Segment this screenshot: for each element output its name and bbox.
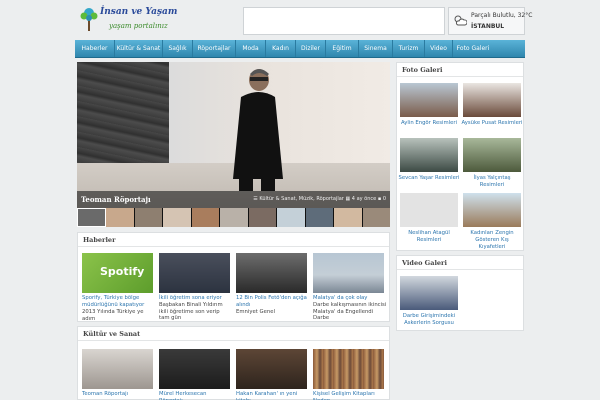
culture-title[interactable]: Kişisel Gelişim Kitapları Neden <box>313 391 387 400</box>
nav-video[interactable]: Video <box>425 40 453 57</box>
news-excerpt: Emniyet Genel <box>236 309 275 315</box>
culture-image[interactable] <box>313 349 384 389</box>
slider-thumb[interactable] <box>248 208 278 227</box>
nav-roportajlar[interactable]: Röportajlar <box>193 40 236 57</box>
slider-thumb[interactable] <box>220 208 249 227</box>
culture-title[interactable]: Hakan Karahan' ın yeni kitabı <box>236 391 308 400</box>
slider-caption[interactable]: Teoman Röportajı ☰ Kültür & Sanat, Müzik… <box>77 191 390 208</box>
gallery-image[interactable] <box>400 83 458 117</box>
news-title[interactable]: Malatya' da çok olay <box>313 295 387 302</box>
slider-thumb[interactable] <box>305 208 335 227</box>
gallery-label[interactable]: Neslihan Atagül Resimleri <box>398 230 460 244</box>
culture-title[interactable]: Mürel Herkesecan Röportajı <box>159 391 231 400</box>
nav-moda[interactable]: Moda <box>236 40 266 57</box>
culture-title[interactable]: Teoman Röportajı <box>82 391 154 398</box>
slider-thumb[interactable] <box>277 208 306 227</box>
gallery-image[interactable] <box>463 193 521 227</box>
nav-turizm[interactable]: Turizm <box>393 40 425 57</box>
logo-title: İnsan ve Yaşam <box>100 7 178 17</box>
logo-subtitle: yaşam portalınız <box>109 22 168 30</box>
comment-icon: ▪ <box>377 196 382 202</box>
gallery-label[interactable]: Aylin Engör Resimleri <box>398 120 460 127</box>
gallery-image[interactable] <box>400 193 458 227</box>
slider-thumb[interactable] <box>191 208 221 227</box>
slider-title[interactable]: Teoman Röportajı <box>81 195 151 204</box>
gallery-image[interactable] <box>400 138 458 172</box>
nav-kultur-sanat[interactable]: Kültür & Sanat <box>115 40 163 57</box>
news-title[interactable]: İkili öğretim sona eriyor <box>159 295 231 302</box>
news-excerpt: Başbakan Binali Yıldırım ikili öğretime … <box>159 302 223 321</box>
gallery-label[interactable]: İlyas Yalçıntaş Resimleri <box>461 175 523 189</box>
slider-comments[interactable]: 0 <box>383 196 386 202</box>
nav-haberler[interactable]: Haberler <box>75 40 115 57</box>
slider-thumb[interactable] <box>77 208 107 227</box>
nav-diziler[interactable]: Diziler <box>296 40 326 57</box>
widget-heading: Video Galeri <box>397 256 523 270</box>
news-section: Haberler Spotify Sporify, Türkiye bölge … <box>77 232 390 322</box>
weather-widget[interactable]: Parçalı Bulutlu, 32°C İSTANBUL <box>448 7 532 35</box>
site-logo[interactable]: İnsan ve Yaşam yaşam portalınız <box>80 6 180 34</box>
news-title[interactable]: Sporify, Türkiye bölge müdürlüğünü kapat… <box>82 295 154 308</box>
slider-thumb[interactable] <box>106 208 135 227</box>
news-title[interactable]: 12 Bin Polis Fetö'den açığa alındı <box>236 295 308 308</box>
nav-sinema[interactable]: Sinema <box>359 40 393 57</box>
slider-thumb[interactable] <box>134 208 164 227</box>
news-image[interactable] <box>159 253 230 293</box>
search-box[interactable] <box>243 7 445 35</box>
section-heading: Haberler <box>78 233 389 247</box>
weather-condition: Parçalı Bulutlu, 32°C <box>471 12 533 19</box>
slider-meta: ☰ Kültür & Sanat, Müzik, Röportajlar ▦ 4… <box>253 196 386 202</box>
video-thumbnail[interactable] <box>400 276 458 310</box>
slider-time: 4 ay önce <box>351 196 377 202</box>
calendar-icon: ▦ <box>345 196 351 202</box>
news-excerpt: 2013 Yılında Türkiye ye adım <box>82 309 144 322</box>
nav-kadin[interactable]: Kadın <box>266 40 296 57</box>
featured-slider[interactable]: Teoman Röportajı ☰ Kültür & Sanat, Müzik… <box>77 62 390 208</box>
slider-thumb[interactable] <box>362 208 390 227</box>
weather-city-select[interactable]: İSTANBUL <box>471 23 504 30</box>
gallery-label[interactable]: Kadınları Zengin Gösteren Kış Kıyafetler… <box>461 230 523 251</box>
news-image[interactable] <box>236 253 307 293</box>
gallery-image[interactable] <box>463 83 521 117</box>
gallery-label[interactable]: Sevcan Yaşar Resimleri <box>398 175 460 182</box>
nav-saglik[interactable]: Sağlık <box>163 40 193 57</box>
slider-thumb[interactable] <box>163 208 192 227</box>
list-icon: ☰ <box>253 196 258 202</box>
news-image[interactable] <box>313 253 384 293</box>
partly-cloudy-icon <box>454 15 467 26</box>
gallery-label[interactable]: Aysüke Pusat Resimleri <box>461 120 523 127</box>
main-nav: Haberler Kültür & Sanat Sağlık Röportajl… <box>75 40 525 58</box>
culture-image[interactable] <box>82 349 153 389</box>
widget-heading: Foto Galeri <box>397 63 523 77</box>
slider-thumb[interactable] <box>334 208 363 227</box>
culture-section: Kültür ve Sanat Teoman Röportajı Mürel H… <box>77 326 390 400</box>
section-heading: Kültür ve Sanat <box>78 327 389 341</box>
tree-logo-icon <box>80 8 98 31</box>
photo-gallery-widget: Foto Galeri Aylin Engör Resimleri Aysüke… <box>396 62 524 251</box>
news-image[interactable]: Spotify <box>82 253 153 293</box>
culture-image[interactable] <box>159 349 230 389</box>
slider-thumbnails <box>77 208 390 227</box>
video-label[interactable]: Darbe Girişimindeki Askerlerin Sorgusu <box>398 313 460 327</box>
slider-categories[interactable]: Kültür & Sanat, Müzik, Röportajlar <box>259 196 344 202</box>
culture-image[interactable] <box>236 349 307 389</box>
video-gallery-widget: Video Galeri Darbe Girişimindeki Askerle… <box>396 255 524 331</box>
nav-foto-galeri[interactable]: Foto Galeri <box>453 40 493 57</box>
gallery-image[interactable] <box>463 138 521 172</box>
slider-image-person <box>233 69 283 191</box>
news-excerpt: Darbe kalkışmasının ikincisi Malatya' da… <box>313 302 387 321</box>
nav-egitim[interactable]: Eğitim <box>326 40 359 57</box>
